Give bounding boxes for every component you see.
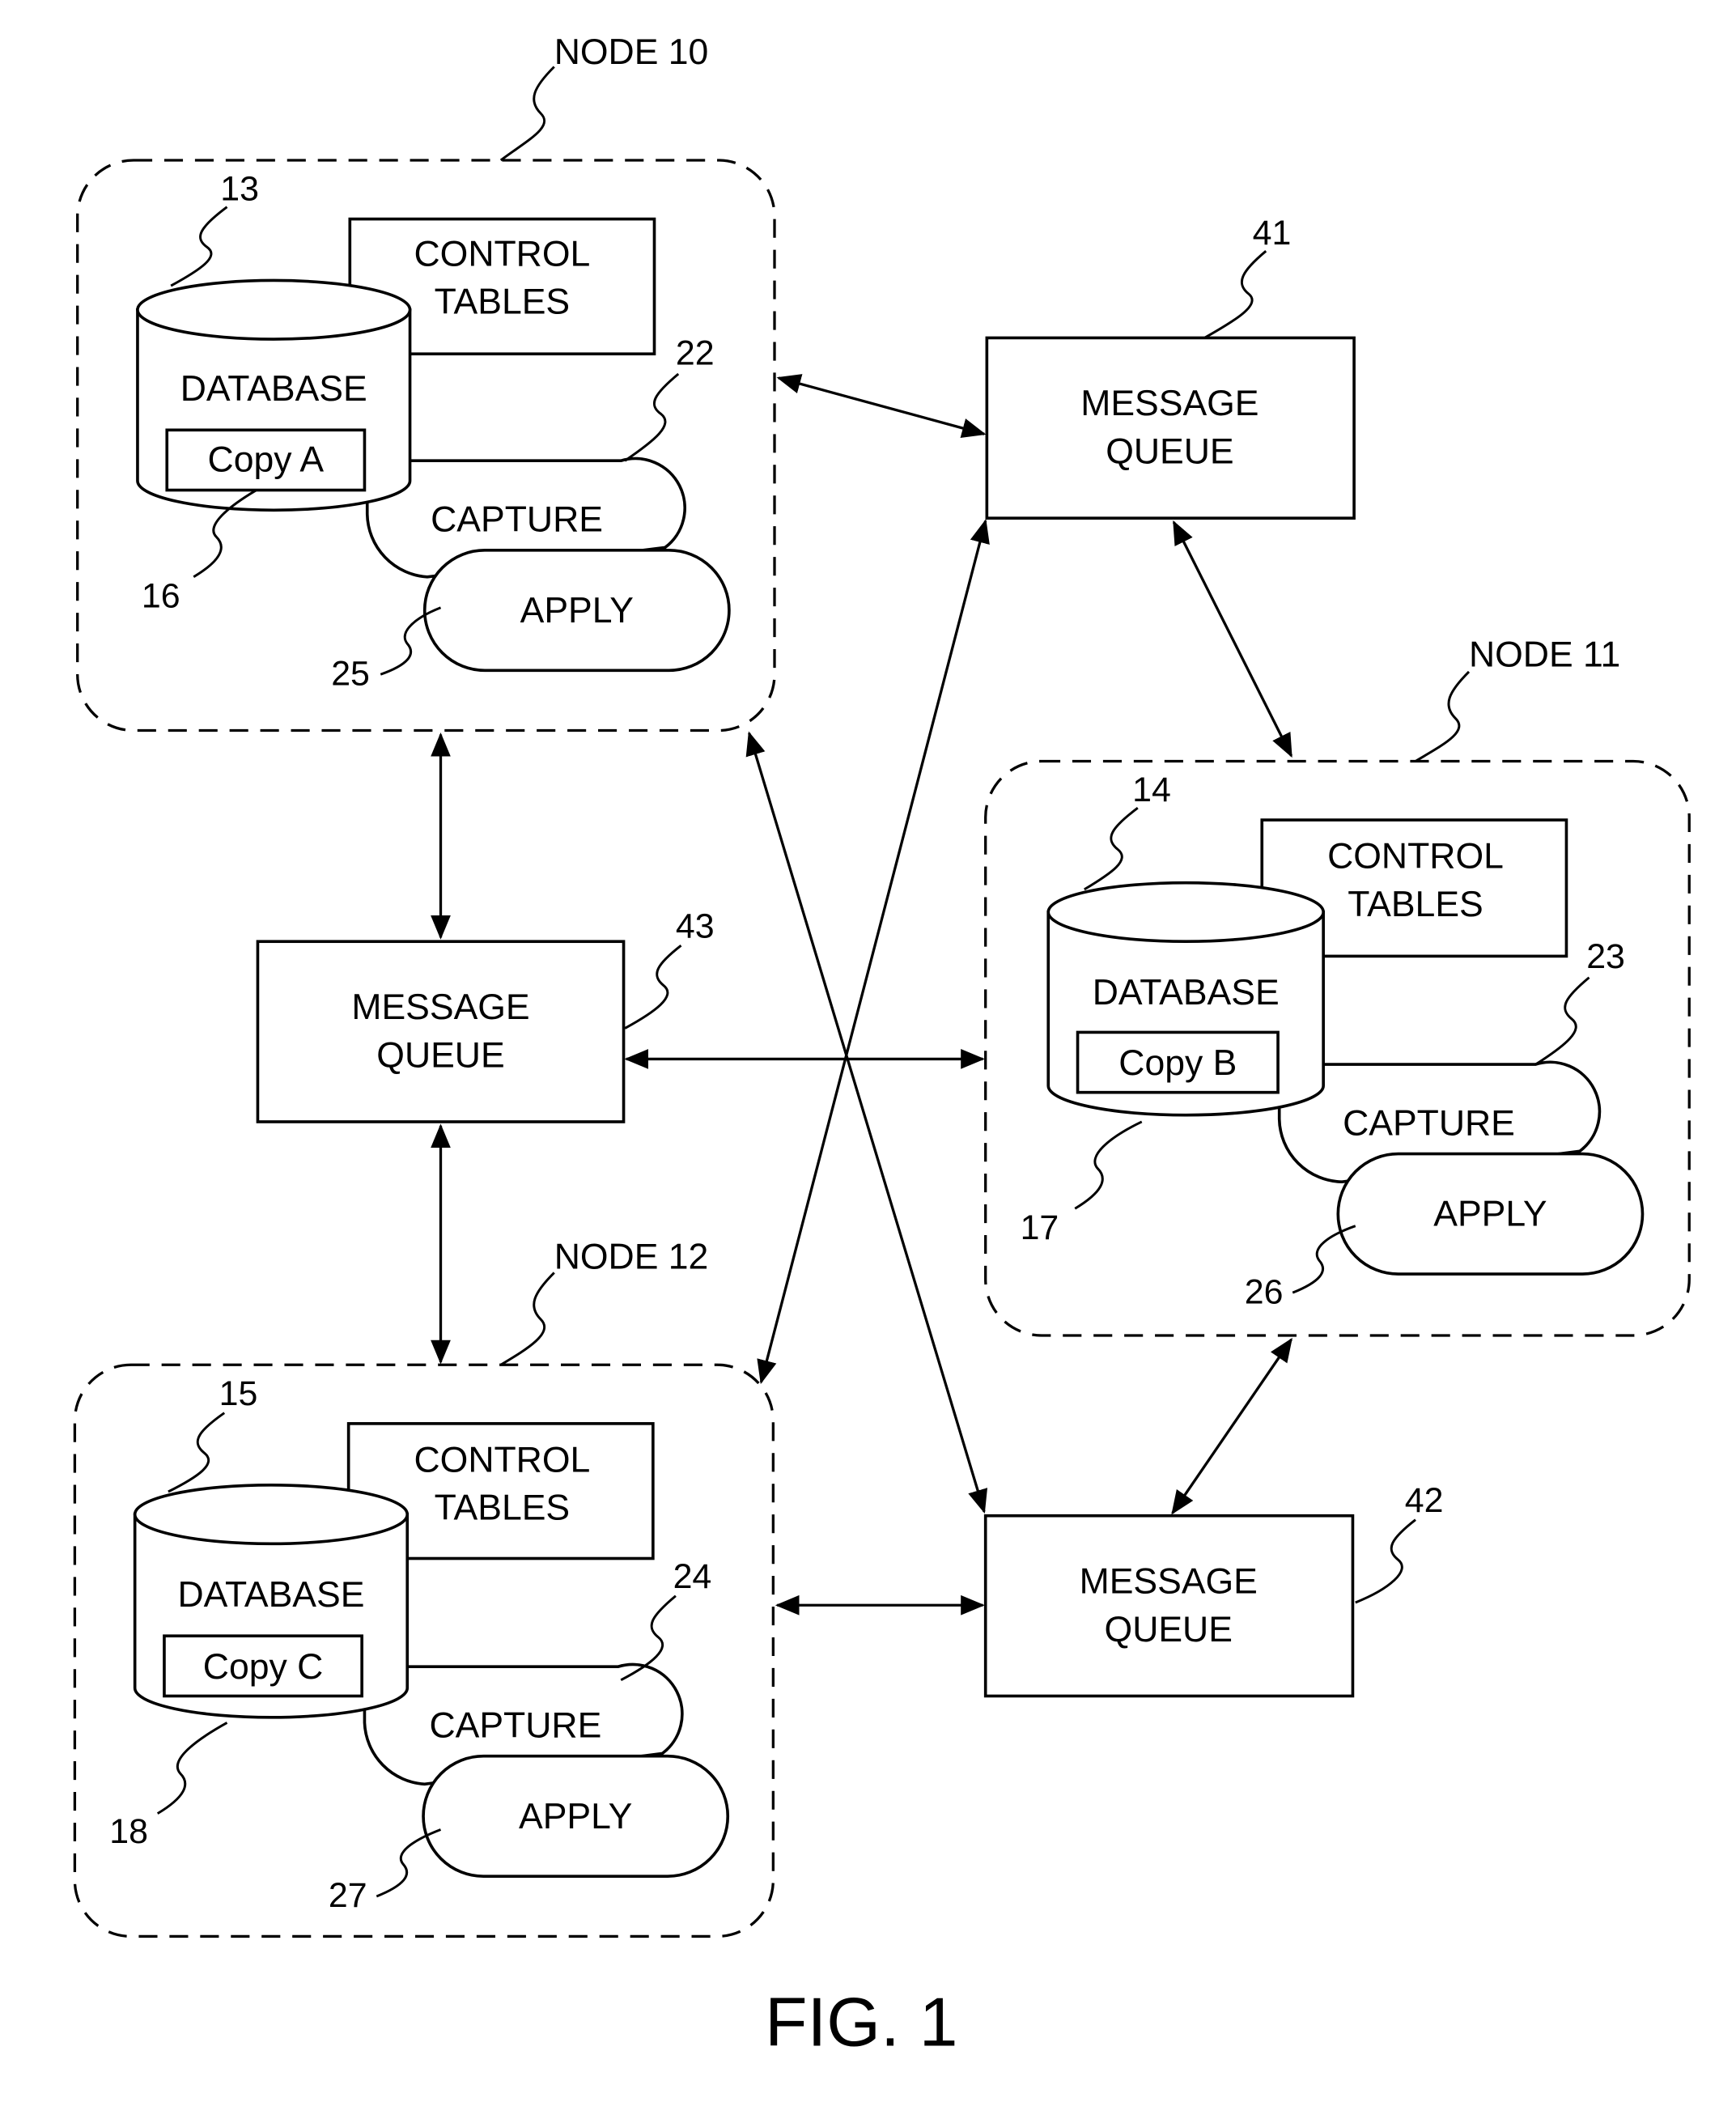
message-queue-42-box <box>983 1514 1355 1698</box>
message-queue-43-line2: QUEUE <box>376 1035 504 1075</box>
message-queue-43-line1: MESSAGE <box>351 987 529 1027</box>
arrow-mq41-node12 <box>757 519 990 1385</box>
node-11-control-tables-line2: TABLES <box>1348 885 1483 924</box>
node-10-copy-label: Copy A <box>208 439 325 479</box>
message-queue-43-box <box>256 940 626 1123</box>
message-queue-41-line2: QUEUE <box>1106 432 1233 472</box>
node-10-control-tables-line2: TABLES <box>435 282 570 322</box>
ref-14-leader <box>1084 807 1139 891</box>
node-12-database-ref: 15 <box>219 1374 258 1413</box>
node-12: NODE 12 CONTROL TABLES CAPTURE APPLY DAT… <box>73 1237 775 1938</box>
message-queue-42-ref: 42 <box>1405 1481 1444 1520</box>
message-queue-42-line1: MESSAGE <box>1080 1561 1258 1601</box>
node-10-apply-label: APPLY <box>520 591 634 631</box>
figure-caption: FIG. 1 <box>765 1984 957 2061</box>
ref-18-leader <box>156 1722 228 1815</box>
node-11-copy-ref: 17 <box>1021 1208 1059 1247</box>
message-queue-41-line1: MESSAGE <box>1080 384 1258 423</box>
node-12-capture-label: CAPTURE <box>430 1706 602 1746</box>
ref-15-leader <box>168 1412 226 1493</box>
node-10-capture-label: CAPTURE <box>431 500 603 540</box>
node-10: NODE 10 CONTROL TABLES CAPTURE APPLY DAT… <box>76 32 776 732</box>
node-11-label: NODE 11 <box>1469 635 1620 674</box>
node-10-capture-ref: 22 <box>676 333 715 372</box>
node-10-database-label: DATABASE <box>180 369 367 409</box>
node-10-label: NODE 10 <box>554 32 709 72</box>
ref-42-leader <box>1355 1518 1416 1604</box>
message-queue-43: MESSAGE QUEUE 43 <box>256 907 715 1123</box>
node-11-leader <box>1415 670 1471 762</box>
node-12-control-tables-line2: TABLES <box>435 1488 570 1528</box>
node-10-database-ref: 13 <box>220 169 259 208</box>
node-10-apply-ref: 25 <box>331 654 370 693</box>
node-11-copy-label: Copy B <box>1118 1043 1237 1083</box>
message-queue-41-ref: 41 <box>1253 214 1292 253</box>
node-11-database-ref: 14 <box>1132 771 1171 809</box>
message-queue-43-ref: 43 <box>676 907 715 945</box>
ref-41-leader <box>1203 250 1267 339</box>
node-11-control-tables-line1: CONTROL <box>1327 836 1504 876</box>
node-11-capture-ref: 23 <box>1586 937 1625 976</box>
node-11-apply-label: APPLY <box>1433 1195 1547 1234</box>
ref-17-leader <box>1074 1120 1143 1210</box>
message-queue-42: MESSAGE QUEUE 42 <box>983 1481 1444 1698</box>
node-11-apply-ref: 26 <box>1245 1272 1284 1311</box>
arrow-node10-mq41 <box>776 374 987 439</box>
arrow-node10-mq42 <box>745 731 988 1514</box>
replication-diagram: NODE 10 CONTROL TABLES CAPTURE APPLY DAT… <box>73 32 1691 2061</box>
node-12-label: NODE 12 <box>554 1237 709 1276</box>
ref-23-leader <box>1534 976 1590 1066</box>
node-11-capture-label: CAPTURE <box>1343 1103 1515 1143</box>
ref-43-leader <box>624 945 682 1030</box>
message-queue-41: MESSAGE QUEUE 41 <box>985 214 1356 520</box>
ref-13-leader <box>170 206 228 287</box>
node-12-control-tables-line1: CONTROL <box>414 1440 591 1480</box>
node-12-capture-ref: 24 <box>673 1557 712 1596</box>
node-12-apply-ref: 27 <box>329 1876 367 1915</box>
node-11-database-label: DATABASE <box>1093 973 1280 1013</box>
node-10-copy-ref: 16 <box>142 577 180 616</box>
node-11: NODE 11 CONTROL TABLES CAPTURE APPLY DAT… <box>984 635 1691 1337</box>
ref-22-leader <box>624 372 680 462</box>
node-12-database-label: DATABASE <box>177 1575 364 1615</box>
node-12-apply-label: APPLY <box>519 1797 632 1836</box>
message-queue-42-line2: QUEUE <box>1105 1610 1233 1650</box>
arrow-node11-mq42 <box>1171 1337 1292 1515</box>
message-queue-41-box <box>985 336 1356 520</box>
node-10-control-tables-line1: CONTROL <box>414 234 591 274</box>
arrow-mq41-node11 <box>1172 520 1293 758</box>
node-12-copy-ref: 18 <box>109 1812 148 1851</box>
node-10-leader <box>499 66 555 162</box>
node-12-leader <box>499 1272 555 1366</box>
node-12-copy-label: Copy C <box>203 1647 324 1687</box>
